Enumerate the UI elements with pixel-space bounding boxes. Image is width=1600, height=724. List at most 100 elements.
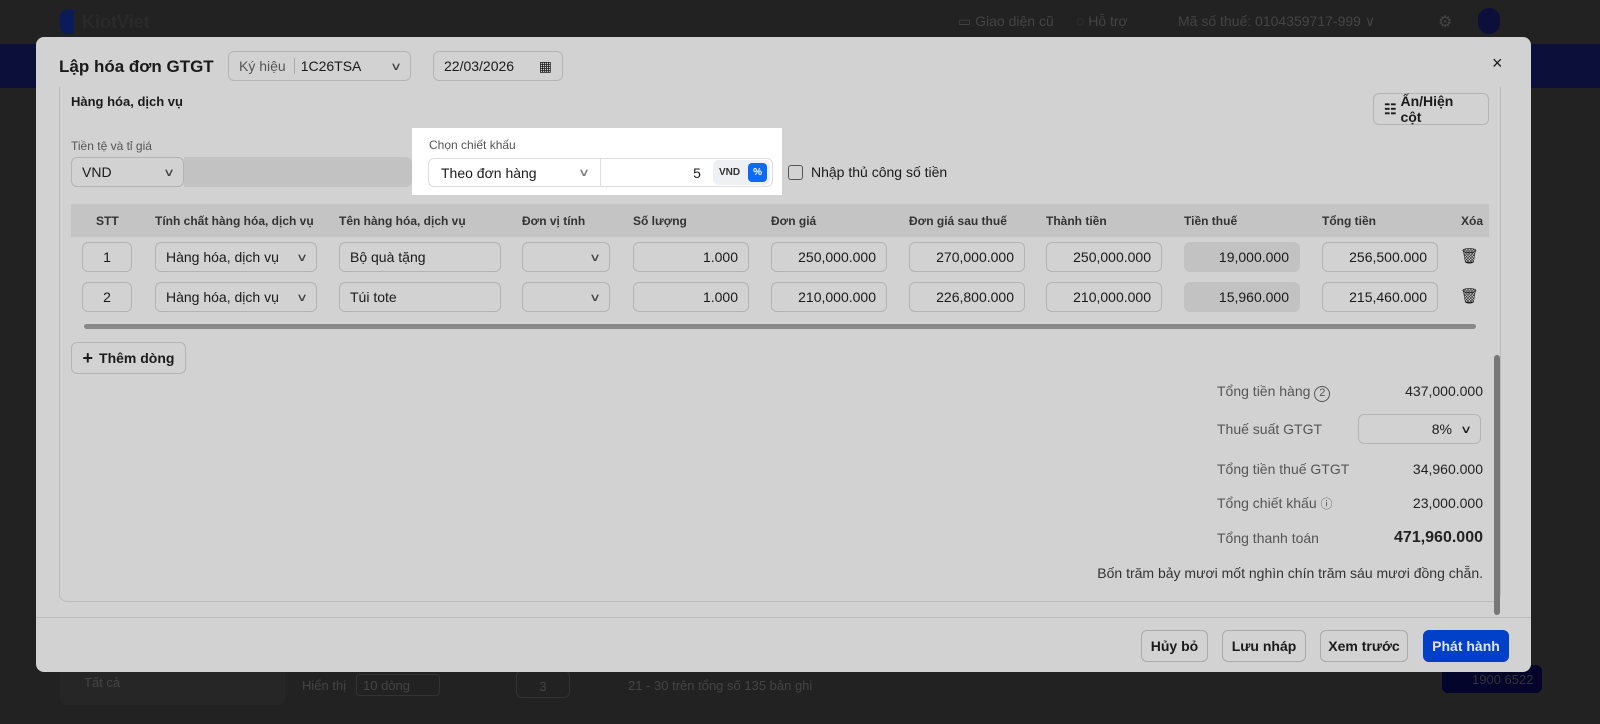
payment-total-value: 471,960.000: [1394, 529, 1483, 546]
save-draft-button[interactable]: Lưu nháp: [1222, 630, 1306, 662]
discount-type-value: Theo đơn hàng: [441, 164, 537, 181]
discount-label: Chọn chiết khấu: [429, 138, 516, 152]
table-row: 2 Hàng hóa, dịch vụ ∨ Túi tote ∨ 1.000 21…: [71, 282, 1489, 318]
chevron-down-icon: ∨: [1459, 423, 1473, 436]
nature-value: Hàng hóa, dịch vụ: [166, 289, 279, 305]
close-icon[interactable]: ×: [1492, 53, 1503, 74]
chevron-down-icon: ∨: [588, 291, 602, 304]
name-field[interactable]: Túi tote: [339, 282, 501, 312]
discount-value-input[interactable]: 5: [601, 165, 713, 181]
unit-select[interactable]: ∨: [522, 282, 610, 312]
count-badge: 2: [1314, 386, 1331, 402]
goods-total-label: Tổng tiền hàng 2: [1217, 383, 1331, 402]
vat-total-value: 34,960.000: [1412, 461, 1483, 477]
table-row: 1 Hàng hóa, dịch vụ ∨ Bộ quà tặng ∨ 1.000…: [71, 242, 1489, 278]
symbol-select[interactable]: Ký hiệu 1C26TSA ∨: [228, 51, 411, 81]
col-nature: Tính chất hàng hóa, dịch vụ: [155, 214, 314, 228]
footer-divider: [36, 617, 1531, 618]
brand: KiotViet: [82, 12, 150, 32]
trash-icon[interactable]: 🗑: [1460, 247, 1479, 265]
avatar[interactable]: [1478, 8, 1500, 34]
chevron-down-icon: ∨: [162, 166, 176, 179]
vat-rate-select[interactable]: 8% ∨: [1358, 414, 1481, 444]
col-delete: Xóa: [1461, 214, 1484, 228]
goods-total-value: 437,000.000: [1405, 383, 1483, 399]
amount-in-words: Bốn trăm bảy mươi mốt nghìn chín trăm sá…: [1097, 565, 1483, 581]
stt-field[interactable]: 2: [82, 282, 132, 312]
support-label: Hỗ trợ: [1088, 13, 1128, 29]
support-link[interactable]: ◌ Hỗ trợ: [1076, 13, 1128, 29]
cancel-button[interactable]: Hủy bỏ: [1141, 630, 1208, 662]
trash-icon[interactable]: 🗑: [1460, 287, 1479, 305]
tax-field: 15,960.000: [1184, 282, 1300, 312]
unit-vnd-option[interactable]: VND: [719, 167, 740, 178]
tax-code: 0104359717-999: [1255, 13, 1361, 29]
preview-button[interactable]: Xem trước: [1320, 630, 1408, 662]
chevron-down-icon: ∨: [588, 251, 602, 264]
price-tax-field[interactable]: 270,000.000: [909, 242, 1025, 272]
page-size-select[interactable]: 10 dòng: [356, 674, 440, 696]
filter-value: Tất cả: [84, 675, 121, 690]
chevron-down-icon: ∨: [295, 291, 309, 304]
price-field[interactable]: 210,000.000: [771, 282, 887, 312]
discount-type-select[interactable]: Theo đơn hàng ∨: [429, 159, 601, 186]
tax-code-select[interactable]: Mã số thuế: 0104359717-999 ∨: [1178, 13, 1375, 30]
col-price-tax: Đơn giá sau thuế: [909, 214, 1007, 228]
total-field[interactable]: 256,500.000: [1322, 242, 1438, 272]
old-ui-link[interactable]: ▭ Giao diện cũ: [958, 13, 1054, 30]
horizontal-scrollbar[interactable]: [84, 324, 1476, 329]
col-qty: Số lượng: [633, 214, 687, 228]
amount-field[interactable]: 250,000.000: [1046, 242, 1162, 272]
col-unit: Đơn vị tính: [522, 214, 586, 228]
nature-select[interactable]: Hàng hóa, dịch vụ ∨: [155, 282, 317, 312]
date-field[interactable]: 22/03/2026 ▦: [433, 51, 563, 81]
add-row-button[interactable]: + Thêm dòng: [71, 342, 186, 374]
gear-icon[interactable]: ⚙: [1438, 12, 1452, 32]
chevron-down-icon: ∨: [577, 167, 591, 179]
currency-select[interactable]: VND ∨: [71, 157, 184, 187]
toggle-columns-button[interactable]: ☷ Ấn/Hiện cột: [1373, 93, 1489, 125]
checkbox-icon[interactable]: [788, 164, 803, 180]
amount-field[interactable]: 210,000.000: [1046, 282, 1162, 312]
discount-unit-toggle: VND %: [712, 160, 770, 185]
nature-value: Hàng hóa, dịch vụ: [166, 249, 279, 265]
date-value: 22/03/2026: [444, 58, 515, 74]
page-input[interactable]: 3: [516, 670, 570, 698]
unit-percent-option[interactable]: %: [748, 163, 767, 182]
col-price: Đơn giá: [771, 214, 817, 228]
table-header: STT Tính chất hàng hóa, dịch vụ Tên hàng…: [71, 204, 1489, 237]
discount-total-label: Tổng chiết khấu ⓘ: [1217, 495, 1333, 512]
col-stt: STT: [96, 214, 119, 228]
invoice-modal: Lập hóa đơn GTGT Ký hiệu 1C26TSA ∨ 22/03/2…: [36, 37, 1531, 672]
name-field[interactable]: Bộ quà tặng: [339, 242, 501, 272]
discount-total-value: 23,000.000: [1412, 495, 1483, 511]
manual-amount-label: Nhập thủ công số tiền: [811, 164, 948, 180]
stt-field[interactable]: 1: [82, 242, 132, 272]
goods-total-text: Tổng tiền hàng: [1217, 383, 1311, 399]
col-name: Tên hàng hóa, dịch vụ: [339, 214, 466, 228]
qty-field[interactable]: 1.000: [633, 242, 749, 272]
currency-label: Tiền tệ và tỉ giá: [71, 139, 152, 153]
items-table: STT Tính chất hàng hóa, dịch vụ Tên hàng…: [71, 204, 1489, 320]
vertical-scrollbar[interactable]: [1494, 355, 1500, 615]
discount-field-group: Theo đơn hàng ∨ 5 VND %: [428, 158, 773, 187]
col-amount: Thành tiền: [1046, 214, 1107, 228]
price-field[interactable]: 250,000.000: [771, 242, 887, 272]
manual-amount-checkbox[interactable]: Nhập thủ công số tiền: [788, 164, 947, 180]
qty-field[interactable]: 1.000: [633, 282, 749, 312]
price-tax-field[interactable]: 226,800.000: [909, 282, 1025, 312]
tax-field: 19,000.000: [1184, 242, 1300, 272]
pagination-range: 21 - 30 trên tổng số 135 bản ghi: [628, 678, 813, 693]
symbol-value: 1C26TSA: [293, 58, 361, 74]
modal-title: Lập hóa đơn GTGT: [59, 57, 214, 76]
issue-button[interactable]: Phát hành: [1423, 630, 1509, 662]
info-icon[interactable]: ⓘ: [1321, 497, 1333, 511]
total-field[interactable]: 215,460.000: [1322, 282, 1438, 312]
nature-select[interactable]: Hàng hóa, dịch vụ ∨: [155, 242, 317, 272]
old-ui-label: Giao diện cũ: [975, 13, 1054, 29]
exchange-rate-field[interactable]: [184, 157, 412, 187]
unit-select[interactable]: ∨: [522, 242, 610, 272]
symbol-label: Ký hiệu: [239, 58, 286, 74]
calendar-icon[interactable]: ▦: [539, 58, 552, 75]
discount-panel: Chọn chiết khấu Theo đơn hàng ∨ 5 VND %: [412, 128, 782, 195]
